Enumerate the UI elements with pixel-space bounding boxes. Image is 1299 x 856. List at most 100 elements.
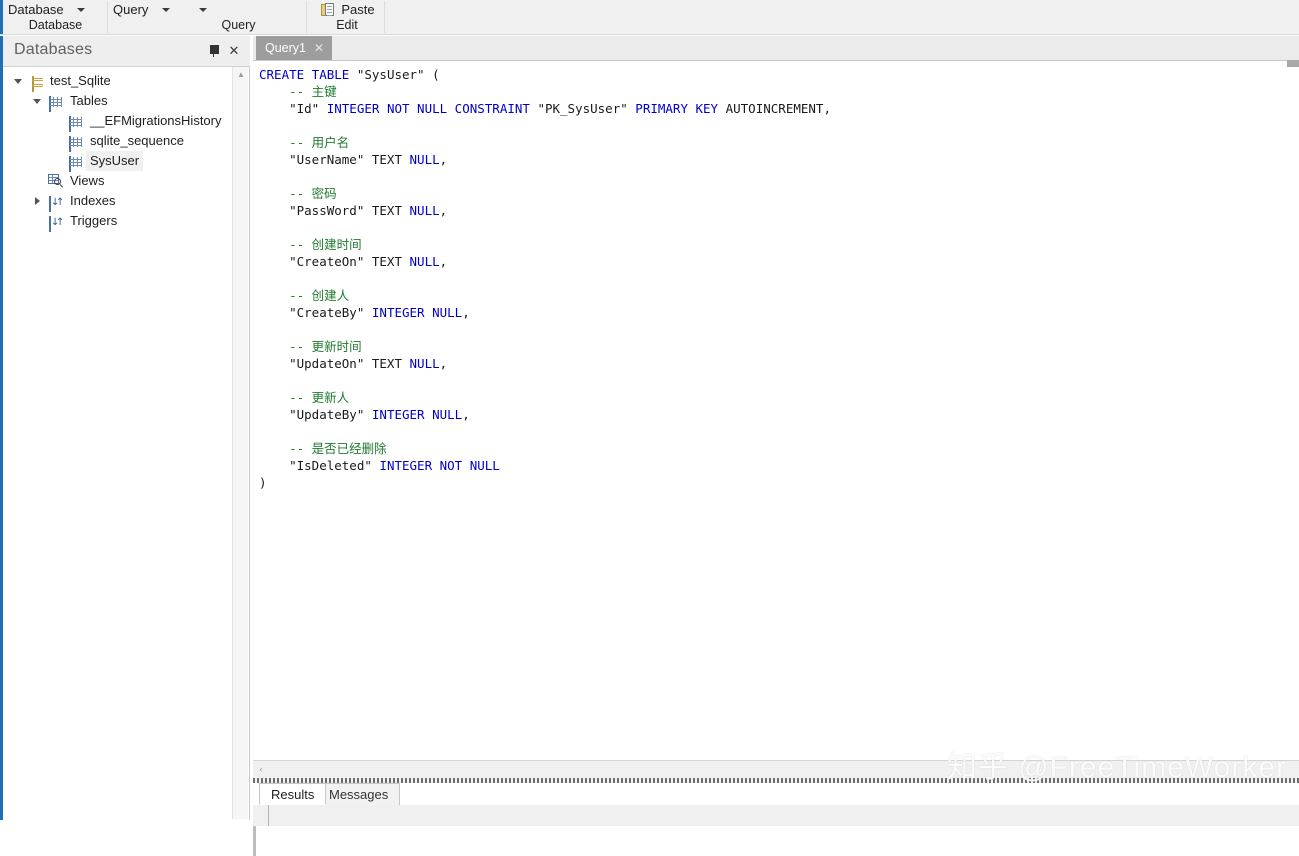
scroll-up-icon[interactable]: ▲: [233, 67, 249, 83]
ribbon-divider: [107, 1, 108, 33]
code-token: NULL: [409, 254, 440, 269]
chevron-down-icon[interactable]: [77, 7, 85, 12]
code-line: -- 创建时间: [259, 236, 831, 253]
tree-node-label: Views: [70, 173, 105, 188]
code-line: -- 更新时间: [259, 338, 831, 355]
code-token: "CreateBy": [259, 305, 372, 320]
tree-node-efmigrationshistory[interactable]: __EFMigrationsHistory: [3, 111, 233, 132]
code-token: -- 是否已经删除: [259, 441, 387, 456]
code-token: -- 密码: [259, 186, 337, 201]
ribbon-divider: [306, 1, 307, 33]
code-line: -- 是否已经删除: [259, 440, 831, 457]
expand-toggle-icon[interactable]: [11, 71, 25, 91]
editor-tabstrip: Query1 ✕: [253, 36, 1299, 60]
table-grid-icon: [69, 114, 84, 132]
expand-toggle-icon[interactable]: [30, 91, 44, 111]
code-line: -- 创建人: [259, 287, 831, 304]
tree-vertical-scrollbar[interactable]: ▲: [232, 67, 248, 819]
ribbon-group-edit-title: Edit: [336, 18, 358, 32]
code-token: -- 用户名: [259, 135, 350, 150]
chevron-down-icon[interactable]: [161, 7, 170, 12]
code-line: "CreateBy" INTEGER NULL,: [259, 304, 831, 321]
code-token: "PK_SysUser": [537, 101, 636, 116]
tree-node-tables[interactable]: Tables: [3, 91, 233, 112]
code-token: INTEGER NULL: [371, 407, 463, 422]
trigger-icon: ↓ ↑: [49, 214, 64, 232]
code-line: "Id" INTEGER NOT NULL CONSTRAINT "PK_Sys…: [259, 100, 831, 117]
ribbon-group-database-title: Database: [28, 18, 83, 32]
tree-node-sqlite-sequence[interactable]: sqlite_sequence: [3, 131, 233, 152]
ribbon-divider: [384, 1, 385, 33]
pin-icon[interactable]: [206, 43, 222, 59]
code-token: INTEGER NOT NULL: [379, 458, 500, 473]
table-grid-icon: [69, 134, 84, 152]
tree-node-sysuser[interactable]: SysUser: [3, 151, 233, 172]
code-line: "PassWord" TEXT NULL,: [259, 202, 831, 219]
code-token: "Id": [259, 101, 327, 116]
tab-messages[interactable]: Messages: [317, 783, 401, 805]
tree-node-indexes[interactable]: ↓ ↑ Indexes: [3, 191, 233, 212]
tab-messages-label: Messages: [329, 787, 389, 802]
tab-query1[interactable]: Query1 ✕: [256, 36, 333, 60]
query-menu-label: Query: [113, 2, 149, 17]
code-token: -- 创建人: [259, 288, 350, 303]
ribbon-group-database: Database Database: [3, 0, 108, 34]
database-tree: test_Sqlite Tables __EFMigrationsHistory…: [3, 67, 250, 820]
tree-node-label: sqlite_sequence: [90, 133, 184, 148]
expand-toggle-icon[interactable]: [30, 191, 44, 211]
code-token: ,: [439, 254, 448, 269]
tree-node-triggers[interactable]: ↓ ↑ Triggers: [3, 211, 233, 232]
code-line: "UpdateBy" INTEGER NULL,: [259, 406, 831, 423]
tree-node-label: __EFMigrationsHistory: [90, 113, 222, 128]
sql-code-content: CREATE TABLE "SysUser" ( -- 主键 "Id" INTE…: [259, 66, 831, 491]
code-token: ,: [439, 203, 448, 218]
code-token: NULL: [409, 356, 440, 371]
database-menu-label: Database: [8, 2, 64, 17]
tab-results[interactable]: Results: [259, 783, 327, 805]
code-token: AUTOINCREMENT,: [725, 101, 831, 116]
code-token: "UpdateOn" TEXT: [259, 356, 410, 371]
code-line: ): [259, 474, 831, 491]
sql-code-editor[interactable]: CREATE TABLE "SysUser" ( -- 主键 "Id" INTE…: [253, 60, 1299, 760]
tree-node-label: Indexes: [70, 193, 116, 208]
code-token: INTEGER NOT NULL CONSTRAINT: [326, 101, 538, 116]
results-grid: [253, 805, 1299, 856]
tree-node-label: Triggers: [70, 213, 118, 228]
scrollbar-thumb[interactable]: [1287, 60, 1299, 67]
code-line: -- 用户名: [259, 134, 831, 151]
tree-node-label: SysUser: [86, 151, 144, 171]
code-token: "UserName" TEXT: [259, 152, 410, 167]
code-token: "IsDeleted": [259, 458, 380, 473]
databases-panel: Databases ✕ test_Sqlite Tables __EFMigra…: [0, 36, 250, 820]
code-token: "SysUser" (: [356, 67, 440, 82]
close-icon[interactable]: ✕: [226, 43, 242, 59]
results-grid-body[interactable]: [256, 826, 1299, 856]
editor-area: Query1 ✕ CREATE TABLE "SysUser" ( -- 主键 "…: [253, 36, 1299, 856]
tree-node-label: test_Sqlite: [50, 73, 111, 88]
code-token: "CreateOn" TEXT: [259, 254, 410, 269]
views-icon: [48, 174, 64, 188]
tab-results-label: Results: [271, 787, 315, 802]
scroll-left-icon[interactable]: ‹: [254, 762, 268, 777]
grid-select-all-corner[interactable]: [253, 805, 269, 826]
editor-horizontal-scrollbar[interactable]: ‹: [253, 760, 1299, 778]
tabstrip-filler: [330, 36, 1299, 60]
code-token: ,: [462, 407, 470, 422]
tab-query1-label: Query1: [265, 41, 306, 55]
tree-node-test-sqlite[interactable]: test_Sqlite: [3, 71, 233, 92]
ribbon-group-query: Query Query: [110, 0, 307, 34]
tree-node-views[interactable]: Views: [3, 171, 233, 191]
tree-node-label: Tables: [70, 93, 108, 108]
code-line: "UserName" TEXT NULL,: [259, 151, 831, 168]
panel-title: Databases: [14, 41, 93, 58]
paste-icon: [321, 2, 334, 17]
tab-close-icon[interactable]: ✕: [314, 36, 324, 60]
chevron-down-icon-secondary[interactable]: [199, 7, 208, 12]
editor-vertical-scrollbar[interactable]: [1287, 60, 1299, 760]
